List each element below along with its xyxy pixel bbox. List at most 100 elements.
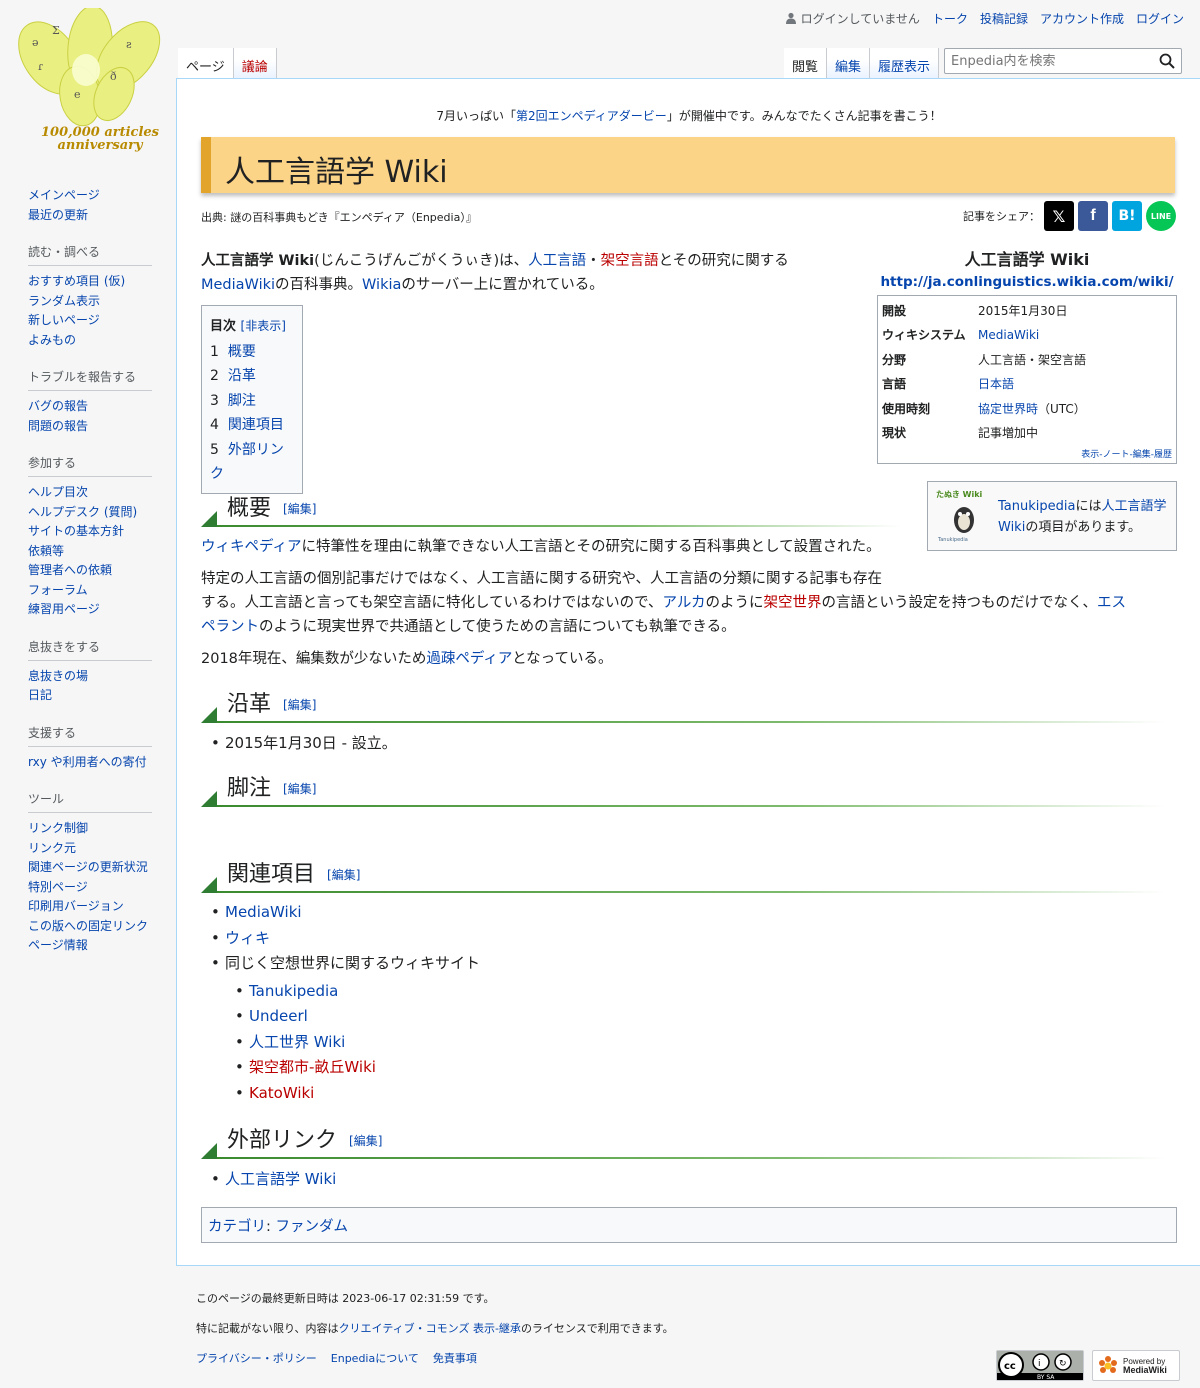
section-edit-link[interactable]: [編集] xyxy=(283,502,316,516)
related-link[interactable]: Tanukipedia xyxy=(249,982,338,1000)
powered-by-mediawiki-badge[interactable]: Powered by MediaWiki xyxy=(1092,1350,1180,1381)
sidebar-item[interactable]: 管理者への依頼 xyxy=(28,561,152,581)
related-link[interactable]: MediaWiki xyxy=(225,903,302,921)
related-link[interactable]: 人工世界 Wiki xyxy=(249,1033,345,1051)
hatena-share-icon[interactable]: B! xyxy=(1112,201,1142,231)
sidebar-item[interactable]: ランダム表示 xyxy=(28,292,152,312)
line-share-icon[interactable]: LINE xyxy=(1146,201,1176,231)
list-item: Tanukipedia xyxy=(249,979,480,1005)
external-link[interactable]: 人工言語学 Wiki xyxy=(225,1170,336,1188)
infobox-value-link[interactable]: 日本語 xyxy=(978,377,1014,391)
related-link[interactable]: Undeerl xyxy=(249,1007,308,1025)
sidebar-item[interactable]: フォーラム xyxy=(28,581,152,601)
site-logo[interactable]: Σə ƨ e ð ɾ 100,000 articles anniversary xyxy=(10,5,170,158)
link-fictional-language[interactable]: 架空言語 xyxy=(601,253,659,269)
sidebar-item[interactable]: 息抜きの場 xyxy=(28,667,152,687)
privacy-link[interactable]: プライバシー・ポリシー xyxy=(196,1350,317,1366)
sidebar-item[interactable]: 日記 xyxy=(28,686,152,706)
sidebar-item[interactable]: おすすめ項目 (仮) xyxy=(28,272,152,292)
link-fictional-world[interactable]: 架空世界 xyxy=(763,595,821,611)
infobox-value-link[interactable]: 協定世界時 xyxy=(978,402,1038,416)
talk-link[interactable]: トーク xyxy=(932,10,968,27)
facebook-share-icon[interactable]: f xyxy=(1078,201,1108,231)
sidebar-item[interactable]: 印刷用バージョン xyxy=(28,897,152,917)
share-label: 記事をシェア： xyxy=(963,210,1040,223)
section-edit-link[interactable]: [編集] xyxy=(283,698,316,712)
license-link[interactable]: クリエイティブ・コモンズ 表示-継承 xyxy=(339,1322,521,1335)
contributions-link[interactable]: 投稿記録 xyxy=(980,10,1028,27)
toc-toggle[interactable]: [非表示] xyxy=(241,319,286,333)
toc-item[interactable]: 5 外部リンク xyxy=(210,438,296,487)
list-item: ウィキ xyxy=(225,926,480,952)
cc-by-sa-badge-icon[interactable]: cc i ↻ BY SA xyxy=(996,1350,1084,1381)
infobox-url[interactable]: http://ja.conlinguistics.wikia.com/wiki/ xyxy=(880,274,1173,290)
infobox-footer-links[interactable]: 表示-ノート-編集-履歴 xyxy=(880,445,1174,461)
related-link[interactable]: ウィキ xyxy=(225,929,270,947)
link-mediawiki[interactable]: MediaWiki xyxy=(201,277,275,293)
sidebar-item[interactable]: ページ情報 xyxy=(28,936,152,956)
toc-link[interactable]: 沿革 xyxy=(228,368,256,384)
link-wikia[interactable]: Wikia xyxy=(362,277,401,293)
tab-read[interactable]: 閲覧 xyxy=(784,48,828,78)
sidebar-item[interactable]: 新しいページ xyxy=(28,311,152,331)
login-link[interactable]: ログイン xyxy=(1136,10,1184,27)
tanukipedia-link[interactable]: Tanukipedia xyxy=(998,499,1075,514)
about-link[interactable]: Enpediaについて xyxy=(331,1350,419,1366)
sidebar-item[interactable]: よみもの xyxy=(28,331,152,351)
link-kaso-pedia[interactable]: 過疎ペディア xyxy=(426,651,512,667)
x-share-icon[interactable]: 𝕏 xyxy=(1044,201,1074,231)
infobox-value-link[interactable]: MediaWiki xyxy=(978,328,1039,342)
sidebar-item-main-page[interactable]: メインページ xyxy=(28,186,152,206)
content-area: 7月いっぱい「第2回エンペディアダービー」が開催中です。みんなでたくさん記事を書… xyxy=(176,78,1200,1266)
related-link[interactable]: KatoWiki xyxy=(249,1084,314,1102)
sidebar-item[interactable]: 練習用ページ xyxy=(28,600,152,620)
search-input[interactable] xyxy=(945,49,1157,74)
sidebar-item[interactable]: この版への固定リンク xyxy=(28,917,152,937)
related-link[interactable]: 架空都市-畝丘Wiki xyxy=(249,1058,376,1076)
sidebar-group-break: 息抜きをする 息抜きの場 日記 xyxy=(28,638,152,706)
toc-link[interactable]: 脚注 xyxy=(228,393,256,409)
link-arka[interactable]: アルカ xyxy=(663,595,706,611)
disclaimer-link[interactable]: 免責事項 xyxy=(433,1350,477,1366)
sidebar-group-participate: 参加する ヘルプ目次 ヘルプデスク (質問) サイトの基本方針 依頼等 管理者へ… xyxy=(28,454,152,620)
toc-item[interactable]: 2 沿革 xyxy=(210,364,296,389)
toc-link[interactable]: 関連項目 xyxy=(228,417,284,433)
toc-item[interactable]: 4 関連項目 xyxy=(210,413,296,438)
sidebar-item[interactable]: ヘルプデスク (質問) xyxy=(28,503,152,523)
tab-page[interactable]: ページ xyxy=(178,48,234,78)
tab-history[interactable]: 履歴表示 xyxy=(870,48,940,78)
lead-paragraph: 人工言語学 Wiki(じんこうげんごがくうぃき)は、人工言語・架空言語とその研究… xyxy=(201,249,821,297)
tab-edit[interactable]: 編集 xyxy=(827,48,871,78)
category-label-link[interactable]: カテゴリ xyxy=(208,1219,266,1235)
toc-link[interactable]: 概要 xyxy=(228,344,256,360)
sidebar-item[interactable]: 問題の報告 xyxy=(28,417,152,437)
sidebar-item[interactable]: リンク元 xyxy=(28,839,152,859)
toc-link[interactable]: 外部リンク xyxy=(210,442,284,483)
tab-discussion[interactable]: 議論 xyxy=(233,48,277,78)
search-icon[interactable] xyxy=(1159,53,1175,69)
sidebar-item[interactable]: 関連ページの更新状況 xyxy=(28,858,152,878)
link-esperanto[interactable]: ペラント xyxy=(201,619,259,635)
sidebar-item[interactable]: 依頼等 xyxy=(28,542,152,562)
create-account-link[interactable]: アカウント作成 xyxy=(1040,10,1124,27)
sidebar-item[interactable]: 特別ページ xyxy=(28,878,152,898)
sidebar-item[interactable]: rxy や利用者への寄付 xyxy=(28,753,152,773)
heading-underline xyxy=(217,805,1165,807)
notice-link[interactable]: 第2回エンペディアダービー xyxy=(516,109,667,123)
tanukipedia-logo-icon[interactable]: たぬき Wiki Tanukipedia xyxy=(934,488,990,544)
sidebar-item[interactable]: リンク制御 xyxy=(28,819,152,839)
category-link[interactable]: ファンダム xyxy=(276,1219,349,1235)
sidebar-item[interactable]: バグの報告 xyxy=(28,397,152,417)
section-edit-link[interactable]: [編集] xyxy=(349,1134,382,1148)
toc-item[interactable]: 3 脚注 xyxy=(210,389,296,414)
link-wikipedia[interactable]: ウィキペディア xyxy=(201,539,301,555)
link-esperanto[interactable]: エス xyxy=(1097,595,1126,611)
sidebar-item-recent-changes[interactable]: 最近の更新 xyxy=(28,206,152,226)
section-edit-link[interactable]: [編集] xyxy=(327,868,360,882)
heading-underline xyxy=(217,721,1165,723)
toc-item[interactable]: 1 概要 xyxy=(210,340,296,365)
link-conlang[interactable]: 人工言語 xyxy=(528,253,586,269)
section-edit-link[interactable]: [編集] xyxy=(283,782,316,796)
sidebar-item[interactable]: ヘルプ目次 xyxy=(28,483,152,503)
sidebar-item[interactable]: サイトの基本方針 xyxy=(28,522,152,542)
